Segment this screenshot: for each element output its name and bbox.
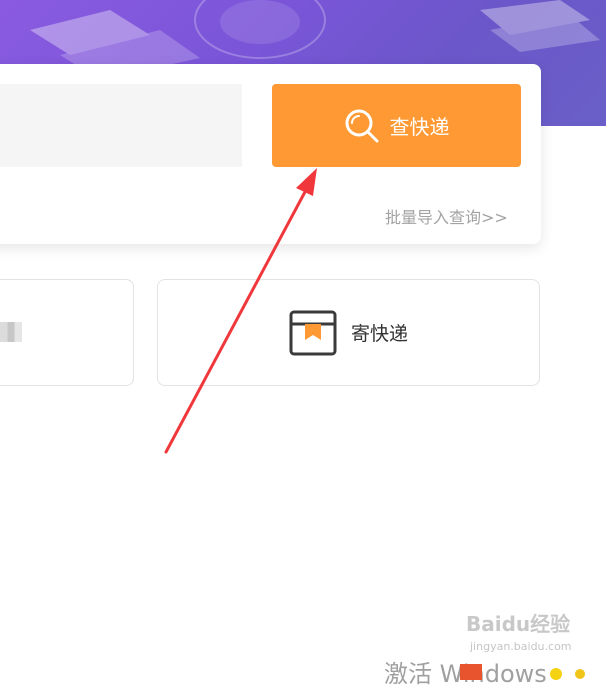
package-box-icon — [289, 310, 337, 355]
magnifier-icon — [345, 109, 378, 142]
tracking-number-input[interactable] — [0, 84, 242, 167]
baidu-watermark: Baidu经验 — [466, 608, 570, 637]
search-express-button[interactable]: 查快递 — [272, 84, 521, 167]
search-card: 查快递 批量导入查询>> — [0, 64, 541, 244]
send-express-label: 寄快递 — [350, 323, 408, 345]
taskbar-tray-icons — [460, 664, 585, 680]
send-express-card[interactable]: 寄快递 — [157, 279, 540, 386]
search-button-label: 查快递 — [389, 115, 450, 139]
baidu-watermark-text: Baidu经验 — [466, 612, 571, 636]
baidu-url-watermark: jingyan.baidu.com — [470, 640, 572, 653]
batch-import-link[interactable]: 批量导入查询>> — [385, 204, 508, 228]
blurred-icon — [0, 322, 22, 342]
